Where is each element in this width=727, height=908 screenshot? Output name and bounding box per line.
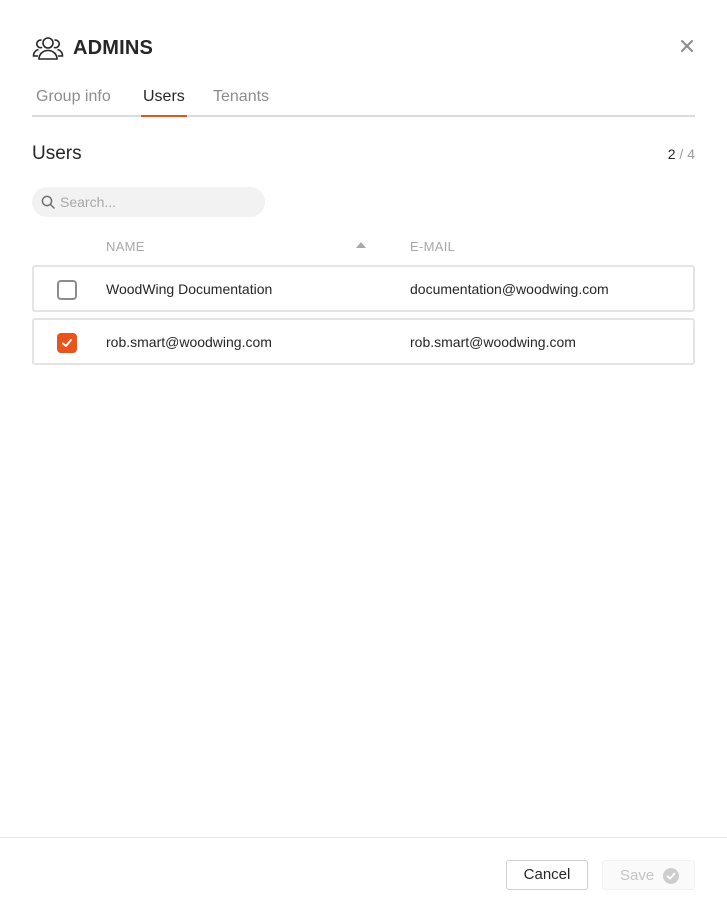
- tab-bar: Group info Users Tenants: [32, 84, 695, 117]
- row-checkbox[interactable]: [57, 333, 77, 353]
- row-checkbox[interactable]: [57, 280, 77, 300]
- selected-count: 2: [667, 146, 676, 162]
- user-email: rob.smart@woodwing.com: [410, 334, 576, 350]
- table-row[interactable]: rob.smart@woodwing.com rob.smart@woodwin…: [32, 318, 695, 365]
- check-circle-icon: [663, 868, 679, 884]
- tab-group-info[interactable]: Group info: [36, 88, 111, 106]
- total-count: 4: [687, 146, 695, 162]
- footer-divider: [0, 837, 727, 838]
- cancel-button[interactable]: Cancel: [506, 860, 588, 890]
- close-icon[interactable]: [679, 38, 695, 54]
- user-name: rob.smart@woodwing.com: [106, 334, 272, 350]
- dialog-header: ADMINS: [32, 34, 695, 64]
- sort-ascending-icon[interactable]: [356, 242, 366, 248]
- column-header-name[interactable]: NAME: [106, 239, 145, 254]
- selection-counter: 2 / 4: [668, 146, 695, 162]
- save-button[interactable]: Save: [602, 860, 695, 890]
- active-tab-indicator: [141, 115, 187, 117]
- user-email: documentation@woodwing.com: [410, 281, 609, 297]
- column-header-email[interactable]: E-MAIL: [410, 239, 455, 254]
- search-input[interactable]: [60, 187, 255, 217]
- user-name: WoodWing Documentation: [106, 281, 273, 297]
- tab-tenants[interactable]: Tenants: [213, 88, 269, 106]
- checkmark-icon: [62, 339, 72, 347]
- search-box[interactable]: [32, 187, 265, 217]
- table-row[interactable]: WoodWing Documentation documentation@woo…: [32, 265, 695, 312]
- dialog-title: ADMINS: [73, 37, 154, 59]
- search-icon: [41, 195, 55, 209]
- counter-separator: /: [679, 146, 684, 162]
- users-group-icon: [32, 37, 64, 60]
- users-section-title: Users: [32, 143, 82, 164]
- save-button-label: Save: [620, 867, 655, 884]
- tab-users[interactable]: Users: [143, 88, 185, 106]
